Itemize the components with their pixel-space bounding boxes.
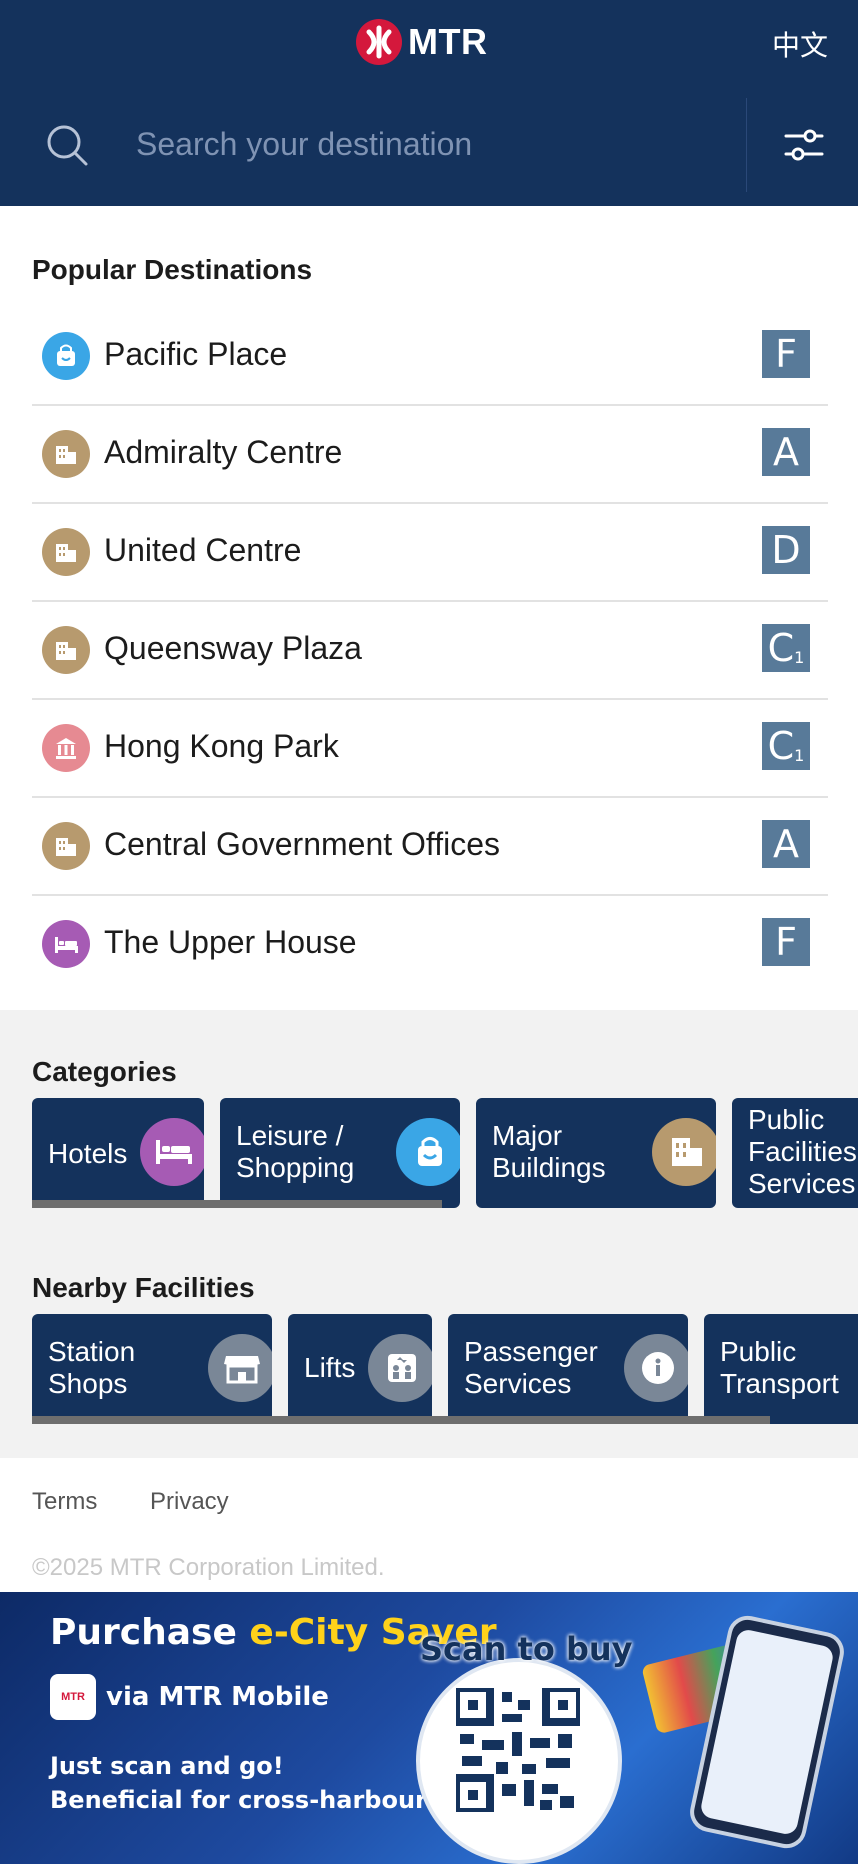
page-footer: Terms Privacy ©2025 MTR Corporation Limi… bbox=[0, 1458, 858, 1592]
exit-badge: C1 bbox=[762, 624, 810, 672]
destination-name: Queensway Plaza bbox=[104, 630, 362, 666]
categories-title: Categories bbox=[32, 1056, 177, 1087]
mtr-logo[interactable]: MTR bbox=[356, 19, 488, 65]
lift-icon bbox=[368, 1334, 432, 1402]
mtr-mobile-app-icon: MTR bbox=[50, 1674, 96, 1720]
banner-mtr-mobile: MTR via MTR Mobile bbox=[50, 1674, 329, 1720]
exit-number: 1 bbox=[794, 746, 805, 765]
app-header: MTR 中文 bbox=[0, 0, 858, 206]
destination-name: The Upper House bbox=[104, 924, 357, 960]
facility-lifts[interactable]: Lifts bbox=[288, 1314, 432, 1424]
exit-letter: F bbox=[775, 920, 797, 964]
exit-badge: D bbox=[762, 526, 810, 574]
popular-destinations-list: Pacific Place F Admiralty Centre A Unite… bbox=[32, 308, 828, 994]
category-major-buildings[interactable]: Major Buildings bbox=[476, 1098, 716, 1208]
search-input[interactable] bbox=[120, 116, 720, 172]
nearby-facilities-scrollbar[interactable] bbox=[32, 1416, 770, 1424]
facility-label: Public Transport bbox=[720, 1336, 839, 1399]
terms-link[interactable]: Terms bbox=[32, 1488, 97, 1516]
category-label: Public Facilities Services bbox=[748, 1104, 857, 1199]
facility-label: Passenger Services bbox=[464, 1336, 598, 1399]
destination-name: United Centre bbox=[104, 532, 302, 568]
destination-row-the-upper-house[interactable]: The Upper House F bbox=[32, 896, 828, 994]
language-toggle[interactable]: 中文 bbox=[772, 24, 828, 64]
scan-to-buy-label: Scan to buy bbox=[420, 1630, 633, 1668]
exit-badge: C1 bbox=[762, 722, 810, 770]
banner-mtr-line: via MTR Mobile bbox=[106, 1682, 329, 1712]
exit-badge: A bbox=[762, 820, 810, 868]
building-icon bbox=[42, 528, 90, 576]
category-label: Hotels bbox=[48, 1138, 128, 1169]
destination-name: Pacific Place bbox=[104, 336, 288, 372]
search-divider bbox=[746, 98, 747, 192]
bed-icon bbox=[42, 920, 90, 968]
info-icon bbox=[624, 1334, 688, 1402]
destination-row-pacific-place[interactable]: Pacific Place F bbox=[32, 308, 828, 406]
category-label: Leisure / Shopping bbox=[236, 1120, 355, 1183]
destination-row-central-government-offices[interactable]: Central Government Offices A bbox=[32, 798, 828, 896]
browse-section: Categories Hotels Leisure / Shopping Maj… bbox=[0, 1010, 858, 1458]
banner-title-main: Purchase bbox=[50, 1612, 250, 1653]
destination-name: Admiralty Centre bbox=[104, 434, 343, 470]
bed-icon bbox=[140, 1118, 204, 1186]
banner-line-1: Just scan and go! bbox=[50, 1752, 284, 1780]
facility-label: Station Shops bbox=[48, 1336, 136, 1399]
search-bar bbox=[0, 98, 858, 194]
exit-badge: F bbox=[762, 330, 810, 378]
exit-letter: C bbox=[767, 724, 795, 768]
exit-letter: F bbox=[775, 332, 797, 376]
privacy-link[interactable]: Privacy bbox=[150, 1488, 229, 1516]
exit-letter: D bbox=[771, 528, 801, 572]
exit-badge: A bbox=[762, 428, 810, 476]
facility-passenger-services[interactable]: Passenger Services bbox=[448, 1314, 688, 1424]
shopping-bag-icon bbox=[42, 332, 90, 380]
destination-row-admiralty-centre[interactable]: Admiralty Centre A bbox=[32, 406, 828, 504]
sliders-icon bbox=[784, 129, 824, 161]
category-label: Major Buildings bbox=[492, 1120, 606, 1183]
destination-name: Central Government Offices bbox=[104, 826, 501, 862]
copyright-text: ©2025 MTR Corporation Limited. bbox=[32, 1554, 385, 1581]
categories-carousel[interactable]: Hotels Leisure / Shopping Major Building… bbox=[32, 1098, 858, 1208]
building-icon bbox=[42, 430, 90, 478]
facility-station-shops[interactable]: Station Shops bbox=[32, 1314, 272, 1424]
mtr-logo-text: MTR bbox=[408, 21, 488, 62]
exit-letter: A bbox=[773, 822, 799, 866]
category-hotels[interactable]: Hotels bbox=[32, 1098, 204, 1208]
popular-destinations-title: Popular Destinations bbox=[32, 254, 313, 285]
shopping-bag-icon bbox=[396, 1118, 460, 1186]
destination-row-queensway-plaza[interactable]: Queensway Plaza C1 bbox=[32, 602, 828, 700]
exit-letter: A bbox=[773, 430, 799, 474]
exit-number: 1 bbox=[794, 648, 805, 667]
shop-icon bbox=[208, 1334, 272, 1402]
facility-label: Lifts bbox=[304, 1352, 356, 1383]
mtr-logo-mark-icon bbox=[356, 19, 402, 65]
building-icon bbox=[42, 626, 90, 674]
facility-public-transport[interactable]: Public Transport bbox=[704, 1314, 858, 1424]
search-icon[interactable] bbox=[46, 124, 90, 173]
qr-code-icon[interactable] bbox=[456, 1688, 580, 1812]
exit-badge: F bbox=[762, 918, 810, 966]
categories-scrollbar[interactable] bbox=[32, 1200, 442, 1208]
destination-name: Hong Kong Park bbox=[104, 728, 339, 764]
building-icon bbox=[42, 822, 90, 870]
category-leisure-shopping[interactable]: Leisure / Shopping bbox=[220, 1098, 460, 1208]
exit-letter: C bbox=[767, 626, 795, 670]
destination-row-hong-kong-park[interactable]: Hong Kong Park C1 bbox=[32, 700, 828, 798]
nearby-facilities-carousel[interactable]: Station Shops Lifts Passenger Services P… bbox=[32, 1314, 858, 1424]
filter-button[interactable] bbox=[782, 126, 826, 166]
building-icon bbox=[652, 1118, 716, 1186]
landmark-icon bbox=[42, 724, 90, 772]
promo-banner[interactable]: Purchase e-City Saver MTR via MTR Mobile… bbox=[0, 1592, 858, 1864]
category-public-facilities-services[interactable]: Public Facilities Services bbox=[732, 1098, 858, 1208]
destination-row-united-centre[interactable]: United Centre D bbox=[32, 504, 828, 602]
nearby-facilities-title: Nearby Facilities bbox=[32, 1272, 255, 1303]
